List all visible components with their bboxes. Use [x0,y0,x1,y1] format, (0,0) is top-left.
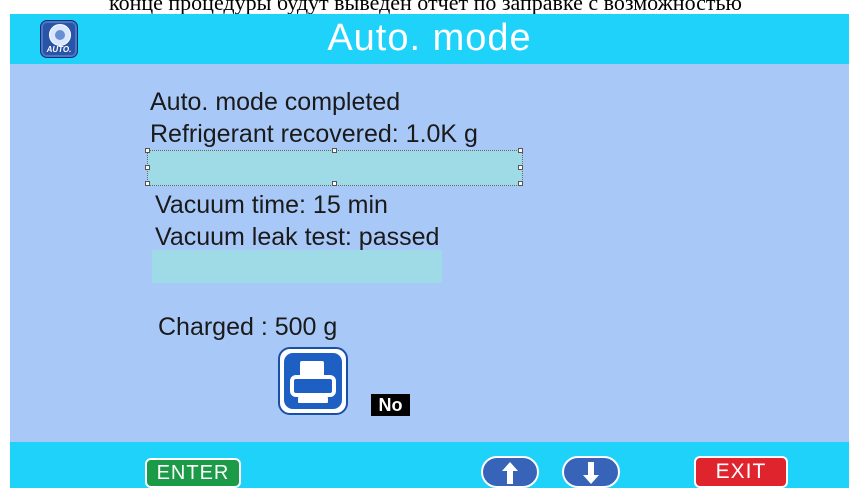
status-text: Auto. mode completed [150,88,401,116]
resize-handle[interactable] [145,181,150,186]
charged-text: Charged : 500 g [158,313,338,341]
arrow-down-icon [583,462,599,484]
device-screen: AUTO. Auto. mode Auto. mode completed Re… [10,14,849,488]
enter-button[interactable]: ENTER [145,458,241,488]
resize-handle[interactable] [145,165,150,170]
document-caption: конце процедуры будут выведен отчет по з… [109,0,742,15]
arrow-up-icon [502,462,518,484]
vacuum-time-text: Vacuum time: 15 min [155,191,388,219]
title-bar: AUTO. Auto. mode [10,14,849,64]
up-button[interactable] [481,456,539,488]
resize-handle[interactable] [518,181,523,186]
down-button[interactable] [562,456,620,488]
print-button[interactable] [278,347,348,415]
exit-button[interactable]: EXIT [694,456,788,488]
print-option-label[interactable]: No [371,394,410,416]
resize-handle[interactable] [332,148,337,153]
vacuum-leak-test-text: Vacuum leak test: passed [155,223,440,251]
selected-blank-field[interactable] [145,148,523,186]
resize-handle[interactable] [145,148,150,153]
page-title: Auto. mode [327,17,532,59]
refrigerant-recovered-text: Refrigerant recovered: 1.0K g [150,120,478,148]
bottom-bar: ENTER EXIT [10,442,849,488]
resize-handle[interactable] [332,181,337,186]
printer-icon [284,353,342,409]
resize-handle[interactable] [518,165,523,170]
resize-handle[interactable] [518,148,523,153]
blank-field [152,250,442,283]
